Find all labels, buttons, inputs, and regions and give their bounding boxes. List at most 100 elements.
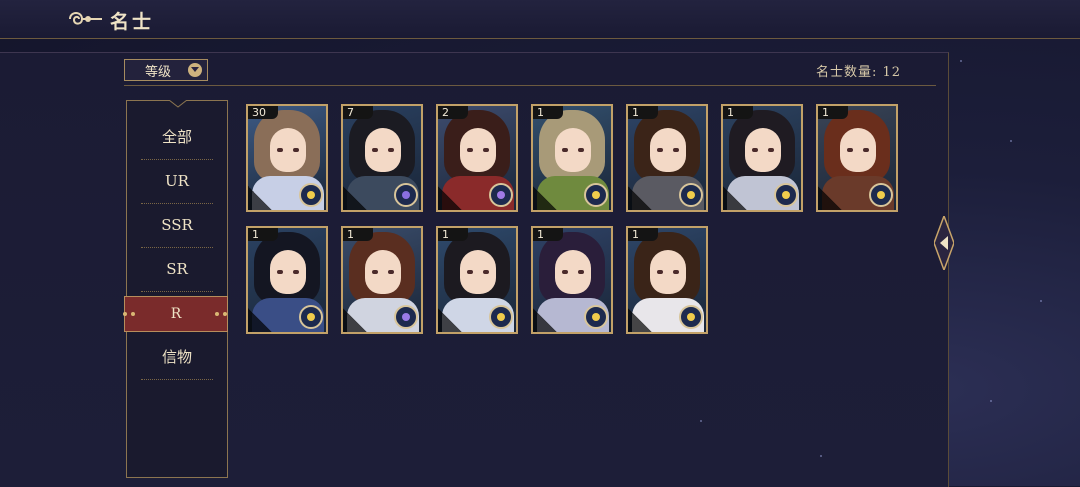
sidebar-item-all[interactable]: 全部: [141, 115, 213, 160]
page-title: 名士: [110, 11, 155, 33]
portrait-eye: [863, 148, 869, 152]
sidebar-item-r[interactable]: R: [123, 296, 229, 332]
portrait-face: [840, 128, 876, 172]
character-card[interactable]: 1: [531, 226, 613, 334]
card-corner-ornament: [343, 186, 367, 210]
portrait-eye: [277, 148, 283, 152]
sidebar-notch-top: [169, 100, 187, 108]
portrait-face: [650, 128, 686, 172]
portrait-face: [650, 250, 686, 294]
portrait-eye: [372, 148, 378, 152]
character-card[interactable]: 1: [531, 104, 613, 212]
portrait-face: [365, 128, 401, 172]
level-badge: 1: [723, 106, 753, 119]
sidebar-item-label: R: [170, 306, 182, 322]
portrait-eye: [372, 270, 378, 274]
portrait-eye: [483, 270, 489, 274]
sidebar-item-sr[interactable]: SR: [141, 247, 213, 292]
card-corner-ornament: [438, 186, 462, 210]
ornament-dots: [215, 312, 229, 316]
portrait-eye: [562, 270, 568, 274]
card-corner-ornament: [628, 308, 652, 332]
portrait-eye: [277, 270, 283, 274]
character-count: 名士数量: 12: [815, 65, 901, 80]
portrait-eye: [483, 148, 489, 152]
portrait-eye: [562, 148, 568, 152]
portrait-eye: [657, 148, 663, 152]
portrait-face: [555, 250, 591, 294]
character-card[interactable]: 1: [816, 104, 898, 212]
portrait-eye: [847, 148, 853, 152]
portrait-eye: [673, 148, 679, 152]
portrait-face: [365, 250, 401, 294]
sidebar-item-ur[interactable]: UR: [141, 159, 213, 204]
star-orb-icon: [489, 183, 513, 207]
card-corner-ornament: [533, 308, 557, 332]
level-filter-dropdown[interactable]: 等级: [124, 59, 208, 81]
level-badge: 1: [343, 228, 373, 241]
level-badge: 1: [628, 106, 658, 119]
card-corner-ornament: [533, 186, 557, 210]
star-orb-icon: [869, 183, 893, 207]
star-orb-icon: [679, 305, 703, 329]
card-corner-ornament: [343, 308, 367, 332]
star-orb-icon: [489, 305, 513, 329]
portrait-eye: [388, 148, 394, 152]
sidebar-item-ssr[interactable]: SSR: [141, 203, 213, 248]
level-badge: 1: [438, 228, 468, 241]
card-corner-ornament: [628, 186, 652, 210]
level-badge: 7: [343, 106, 373, 119]
portrait-face: [270, 250, 306, 294]
portrait-eye: [752, 148, 758, 152]
star-decoration: [960, 60, 962, 62]
level-badge: 1: [533, 106, 563, 119]
chevron-down-icon: [188, 63, 202, 77]
portrait-eye: [467, 270, 473, 274]
level-badge: 1: [248, 228, 278, 241]
star-orb-icon: [299, 183, 323, 207]
star-orb-icon: [394, 183, 418, 207]
card-corner-ornament: [723, 186, 747, 210]
top-bar: 名士: [0, 0, 1080, 39]
character-card[interactable]: 1: [721, 104, 803, 212]
divider: [124, 85, 936, 86]
character-card[interactable]: 30: [246, 104, 328, 212]
portrait-eye: [673, 270, 679, 274]
character-card[interactable]: 1: [436, 226, 518, 334]
card-corner-ornament: [248, 308, 272, 332]
portrait-face: [270, 128, 306, 172]
level-badge: 1: [628, 228, 658, 241]
portrait-eye: [578, 270, 584, 274]
star-orb-icon: [584, 183, 608, 207]
character-card[interactable]: 2: [436, 104, 518, 212]
character-card[interactable]: 1: [246, 226, 328, 334]
portrait-eye: [768, 148, 774, 152]
star-decoration: [1010, 140, 1012, 142]
star-orb-icon: [679, 183, 703, 207]
star-decoration: [990, 400, 992, 402]
sidebar-item-keepsake[interactable]: 信物: [141, 335, 213, 380]
arrow-left-icon[interactable]: [934, 216, 954, 270]
level-badge: 2: [438, 106, 468, 119]
portrait-eye: [293, 148, 299, 152]
portrait-eye: [388, 270, 394, 274]
cloud-swirl-icon[interactable]: [66, 7, 104, 31]
portrait-eye: [293, 270, 299, 274]
star-orb-icon: [584, 305, 608, 329]
portrait-face: [745, 128, 781, 172]
portrait-face: [555, 128, 591, 172]
star-decoration: [1040, 300, 1042, 302]
character-card[interactable]: 1: [626, 104, 708, 212]
card-corner-ornament: [438, 308, 462, 332]
character-card[interactable]: 7: [341, 104, 423, 212]
level-badge: 1: [818, 106, 848, 119]
character-card[interactable]: 1: [626, 226, 708, 334]
portrait-face: [460, 250, 496, 294]
level-badge: 30: [248, 106, 278, 119]
portrait-eye: [657, 270, 663, 274]
ornament-dots: [123, 312, 137, 316]
character-card[interactable]: 1: [341, 226, 423, 334]
filter-label: 等级: [145, 64, 172, 80]
star-orb-icon: [299, 305, 323, 329]
card-corner-ornament: [248, 186, 272, 210]
